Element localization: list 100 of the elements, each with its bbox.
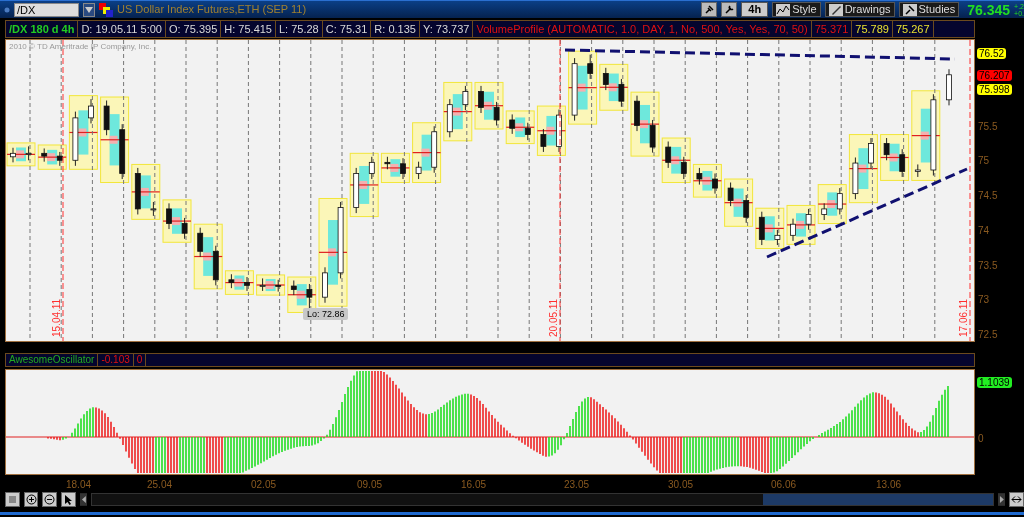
candlestick bbox=[103, 100, 110, 136]
info-field: /DX 180 d 4h bbox=[6, 21, 79, 37]
info-field: VolumeProfile (AUTOMATIC, 1.0, DAY, 1, No, 500, Yes, Yes, 70, 50) bbox=[473, 21, 812, 37]
pointer-button[interactable] bbox=[61, 492, 76, 507]
dropdown-button[interactable] bbox=[83, 2, 95, 17]
date-label: 06.06 bbox=[771, 478, 797, 492]
candlestick bbox=[88, 98, 94, 124]
info-field: 75.789 bbox=[852, 21, 893, 37]
date-label: 25.04 bbox=[147, 478, 173, 492]
candlestick bbox=[618, 78, 625, 108]
candlestick bbox=[680, 156, 687, 180]
date-label: 13.06 bbox=[876, 478, 902, 492]
candlestick bbox=[244, 276, 250, 292]
candlestick bbox=[384, 156, 391, 170]
zoom-in-button[interactable] bbox=[23, 492, 39, 507]
price-label: 76.207 bbox=[977, 70, 1012, 81]
axis-label: 73.5 bbox=[978, 258, 998, 273]
scrollbar-track[interactable] bbox=[91, 493, 994, 506]
candlestick bbox=[56, 151, 63, 167]
candlestick bbox=[821, 202, 828, 221]
candlestick bbox=[322, 266, 328, 304]
candlestick bbox=[634, 95, 640, 132]
indicator-value-label: 1.1039 bbox=[977, 377, 1012, 388]
candlestick bbox=[368, 156, 375, 180]
scrollbar-thumb[interactable] bbox=[762, 494, 993, 505]
date-marker-label: 17.06.11 bbox=[958, 298, 969, 337]
candlestick bbox=[556, 109, 562, 153]
candlestick bbox=[275, 279, 282, 293]
double-arrow-icon bbox=[1011, 494, 1023, 505]
info-field: 75.267 bbox=[892, 21, 934, 37]
symbol-field[interactable]: /DX bbox=[14, 2, 79, 17]
candlestick bbox=[72, 111, 79, 167]
candlestick bbox=[181, 217, 188, 240]
caret-icon bbox=[85, 6, 93, 13]
candlestick bbox=[134, 167, 141, 215]
candlestick bbox=[166, 202, 172, 230]
zoom-in-icon bbox=[25, 494, 37, 505]
info-field: H: 75.415 bbox=[221, 21, 276, 37]
candlestick bbox=[290, 280, 297, 296]
candlestick bbox=[524, 122, 531, 141]
instrument-title: US Dollar Index Futures,ETH (SEP 11) bbox=[117, 2, 307, 18]
candlestick bbox=[696, 167, 703, 186]
date-marker-label: 15.04.11 bbox=[51, 298, 62, 337]
info-field: L: 75.28 bbox=[276, 21, 323, 37]
candlestick bbox=[946, 68, 952, 106]
zoom-out-icon bbox=[44, 494, 56, 505]
candlestick bbox=[571, 57, 578, 122]
axis-label: 75 bbox=[978, 154, 990, 169]
wrench-button[interactable] bbox=[721, 2, 738, 17]
candlestick bbox=[353, 167, 360, 214]
candlestick bbox=[119, 123, 126, 180]
pin-button[interactable] bbox=[701, 2, 718, 17]
candlestick bbox=[914, 163, 921, 178]
candlestick bbox=[899, 148, 906, 178]
candlestick bbox=[400, 157, 406, 180]
candlestick bbox=[415, 161, 422, 180]
info-field: D: 19.05.11 5:00 bbox=[78, 21, 166, 37]
candlestick bbox=[306, 283, 313, 310]
candlestick bbox=[649, 119, 656, 154]
axis-label: 74.5 bbox=[978, 189, 998, 203]
candlestick bbox=[602, 67, 609, 91]
price-label: 75.998 bbox=[977, 84, 1012, 95]
info-field: C: 75.31 bbox=[322, 21, 372, 37]
axis-label: 74 bbox=[978, 223, 990, 238]
candlestick bbox=[150, 201, 157, 217]
info-field: R: 0.135 bbox=[371, 21, 420, 37]
info-field: Y: 73.737 bbox=[419, 21, 474, 37]
date-marker-label: 20.05.11 bbox=[548, 298, 559, 337]
drawings-button[interactable]: Drawings bbox=[824, 2, 895, 17]
axis-label: 73 bbox=[978, 293, 990, 308]
cursor-icon bbox=[62, 494, 74, 505]
select-button[interactable] bbox=[5, 492, 20, 507]
copyright-text: 2010 © TD Ameritrade IP Company, Inc. bbox=[9, 42, 152, 51]
square-icon bbox=[6, 494, 18, 505]
candlestick bbox=[493, 101, 500, 126]
aggregation-button[interactable]: 4h bbox=[741, 2, 769, 17]
candlestick bbox=[790, 218, 796, 242]
candlestick bbox=[665, 141, 672, 169]
axis-label: 72.5 bbox=[978, 328, 998, 342]
low-price-label: Lo: 72.86 bbox=[303, 308, 348, 320]
candlestick bbox=[587, 54, 594, 80]
candlestick bbox=[883, 137, 890, 161]
scroll-right-icon[interactable] bbox=[997, 493, 1006, 506]
date-label: 18.04 bbox=[66, 478, 92, 492]
candlestick bbox=[836, 187, 843, 215]
studies-button[interactable]: Studies bbox=[898, 2, 960, 17]
date-label: 16.05 bbox=[461, 478, 487, 492]
date-label: 23.05 bbox=[564, 478, 590, 492]
candlestick bbox=[25, 145, 32, 161]
candlestick bbox=[446, 98, 453, 138]
fit-width-button[interactable] bbox=[1009, 492, 1024, 507]
candlestick bbox=[212, 245, 219, 286]
scroll-left-icon[interactable] bbox=[79, 493, 88, 506]
date-label: 30.05 bbox=[668, 478, 694, 492]
pin-icon bbox=[902, 3, 917, 16]
candlestick bbox=[462, 85, 469, 111]
candlestick bbox=[868, 137, 874, 170]
style-button[interactable]: Style bbox=[772, 2, 821, 17]
zoom-out-button[interactable] bbox=[42, 492, 57, 507]
candlestick bbox=[431, 125, 438, 174]
